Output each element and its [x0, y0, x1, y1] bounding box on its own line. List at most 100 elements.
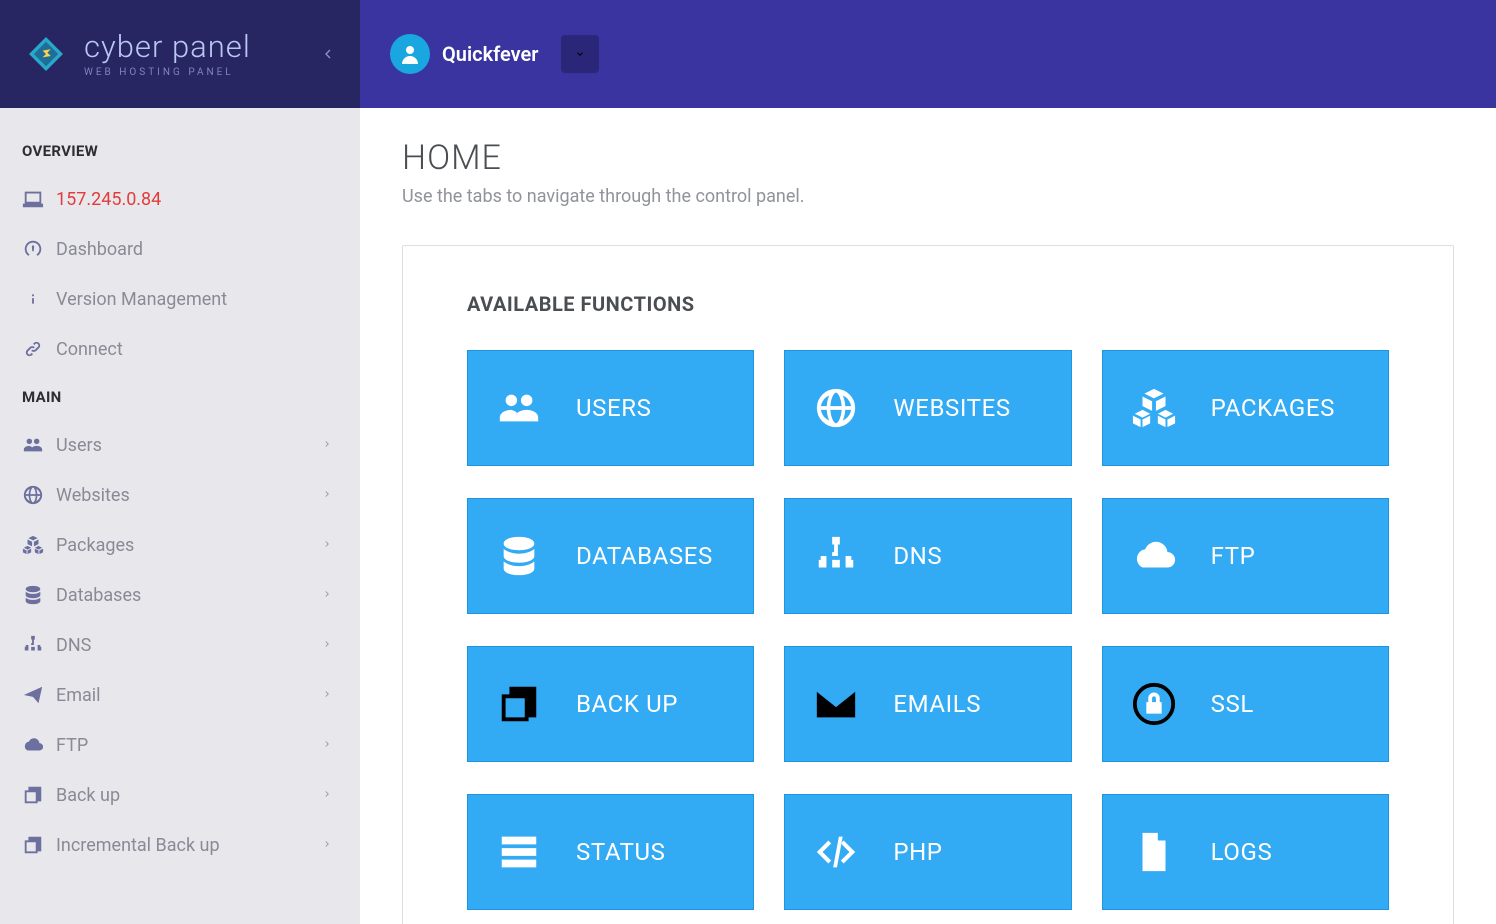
logo-text: cyber panel WEB HOSTING PANEL	[84, 31, 251, 78]
tile-label: STATUS	[576, 838, 666, 866]
logo-bar: cyber panel WEB HOSTING PANEL	[0, 0, 360, 108]
brand-title: cyber panel	[84, 31, 251, 62]
tile-label: PACKAGES	[1211, 394, 1335, 422]
tile-php[interactable]: PHP	[784, 794, 1071, 910]
nav-item-ftp[interactable]: FTP	[0, 720, 360, 770]
nav-item-label: FTP	[56, 735, 322, 756]
sitemap-icon	[813, 533, 893, 579]
logo-icon	[22, 30, 70, 78]
nav-item-label: Incremental Back up	[56, 835, 322, 856]
link-icon	[22, 338, 56, 360]
nav-item-label: Websites	[56, 485, 322, 506]
tile-label: EMAILS	[893, 690, 981, 718]
copy-icon	[496, 681, 576, 727]
nav-item-version-management[interactable]: Version Management	[0, 274, 360, 324]
sidebar: cyber panel WEB HOSTING PANEL OVERVIEW15…	[0, 0, 360, 924]
database-icon	[22, 584, 56, 606]
users-icon	[22, 434, 56, 456]
tile-label: BACK UP	[576, 690, 678, 718]
chevron-right-icon	[322, 485, 338, 506]
nav-item-label: Databases	[56, 585, 322, 606]
tile-status[interactable]: STATUS	[467, 794, 754, 910]
user-badge[interactable]: Quickfever	[390, 34, 539, 74]
chevron-right-icon	[322, 635, 338, 656]
chevron-right-icon	[322, 835, 338, 856]
nav-item-dashboard[interactable]: Dashboard	[0, 224, 360, 274]
tile-ftp[interactable]: FTP	[1102, 498, 1389, 614]
nav-item-label: DNS	[56, 635, 322, 656]
avatar-icon	[390, 34, 430, 74]
tile-label: DATABASES	[576, 542, 713, 570]
chevron-right-icon	[322, 735, 338, 756]
users-icon	[496, 385, 576, 431]
tile-packages[interactable]: PACKAGES	[1102, 350, 1389, 466]
database-icon	[496, 533, 576, 579]
gauge-icon	[22, 238, 56, 260]
tile-emails[interactable]: EMAILS	[784, 646, 1071, 762]
send-icon	[22, 684, 56, 706]
nav-header: MAIN	[0, 374, 360, 420]
page-subtitle: Use the tabs to navigate through the con…	[402, 186, 1454, 207]
tile-label: USERS	[576, 394, 652, 422]
nav-item-back-up[interactable]: Back up	[0, 770, 360, 820]
tile-logs[interactable]: LOGS	[1102, 794, 1389, 910]
tile-label: LOGS	[1211, 838, 1273, 866]
tile-label: DNS	[893, 542, 942, 570]
laptop-icon	[22, 188, 56, 210]
nav-item-incremental-back-up[interactable]: Incremental Back up	[0, 820, 360, 870]
functions-grid: USERS WEBSITES PACKAGES DATABASES DNS FTP BACK…	[467, 350, 1389, 910]
user-dropdown-button[interactable]	[561, 35, 599, 73]
cubes-icon	[1131, 385, 1211, 431]
sidebar-collapse-button[interactable]	[314, 40, 342, 68]
nav-item-label: Email	[56, 685, 322, 706]
chevron-right-icon	[322, 535, 338, 556]
tile-label: FTP	[1211, 542, 1256, 570]
copy-icon	[22, 834, 56, 856]
nav-item-websites[interactable]: Websites	[0, 470, 360, 520]
tile-websites[interactable]: WEBSITES	[784, 350, 1071, 466]
page-title: HOME	[402, 138, 1454, 178]
info-icon	[22, 288, 56, 310]
nav-item-label: Users	[56, 435, 322, 456]
nav-item-packages[interactable]: Packages	[0, 520, 360, 570]
tile-databases[interactable]: DATABASES	[467, 498, 754, 614]
tile-label: WEBSITES	[893, 394, 1010, 422]
globe-icon	[813, 385, 893, 431]
nav-item-157-245-0-84[interactable]: 157.245.0.84	[0, 174, 360, 224]
tile-dns[interactable]: DNS	[784, 498, 1071, 614]
tile-label: PHP	[893, 838, 942, 866]
nav-item-connect[interactable]: Connect	[0, 324, 360, 374]
file-icon	[1131, 829, 1211, 875]
tile-back-up[interactable]: BACK UP	[467, 646, 754, 762]
lock-circle-icon	[1131, 681, 1211, 727]
code-icon	[813, 829, 893, 875]
username: Quickfever	[442, 42, 539, 66]
functions-panel: AVAILABLE FUNCTIONS USERS WEBSITES PACKAGE…	[402, 245, 1454, 924]
server-icon	[496, 829, 576, 875]
sidebar-nav: OVERVIEW157.245.0.84DashboardVersion Man…	[0, 108, 360, 870]
content: HOME Use the tabs to navigate through th…	[360, 108, 1496, 924]
nav-item-email[interactable]: Email	[0, 670, 360, 720]
nav-item-label: Packages	[56, 535, 322, 556]
nav-item-dns[interactable]: DNS	[0, 620, 360, 670]
panel-title: AVAILABLE FUNCTIONS	[467, 292, 1389, 316]
tile-ssl[interactable]: SSL	[1102, 646, 1389, 762]
main: Quickfever HOME Use the tabs to navigate…	[360, 0, 1496, 924]
nav-item-label: Version Management	[56, 289, 338, 310]
nav-item-label: Dashboard	[56, 239, 338, 260]
tile-users[interactable]: USERS	[467, 350, 754, 466]
chevron-right-icon	[322, 435, 338, 456]
chevron-right-icon	[322, 685, 338, 706]
chevron-right-icon	[322, 585, 338, 606]
cloud-upload-icon	[1131, 533, 1211, 579]
envelope-icon	[813, 681, 893, 727]
globe-icon	[22, 484, 56, 506]
cubes-icon	[22, 534, 56, 556]
tile-label: SSL	[1211, 690, 1254, 718]
nav-item-databases[interactable]: Databases	[0, 570, 360, 620]
sitemap-icon	[22, 634, 56, 656]
topbar: Quickfever	[360, 0, 1496, 108]
copy-icon	[22, 784, 56, 806]
nav-item-users[interactable]: Users	[0, 420, 360, 470]
nav-item-label: Connect	[56, 339, 338, 360]
